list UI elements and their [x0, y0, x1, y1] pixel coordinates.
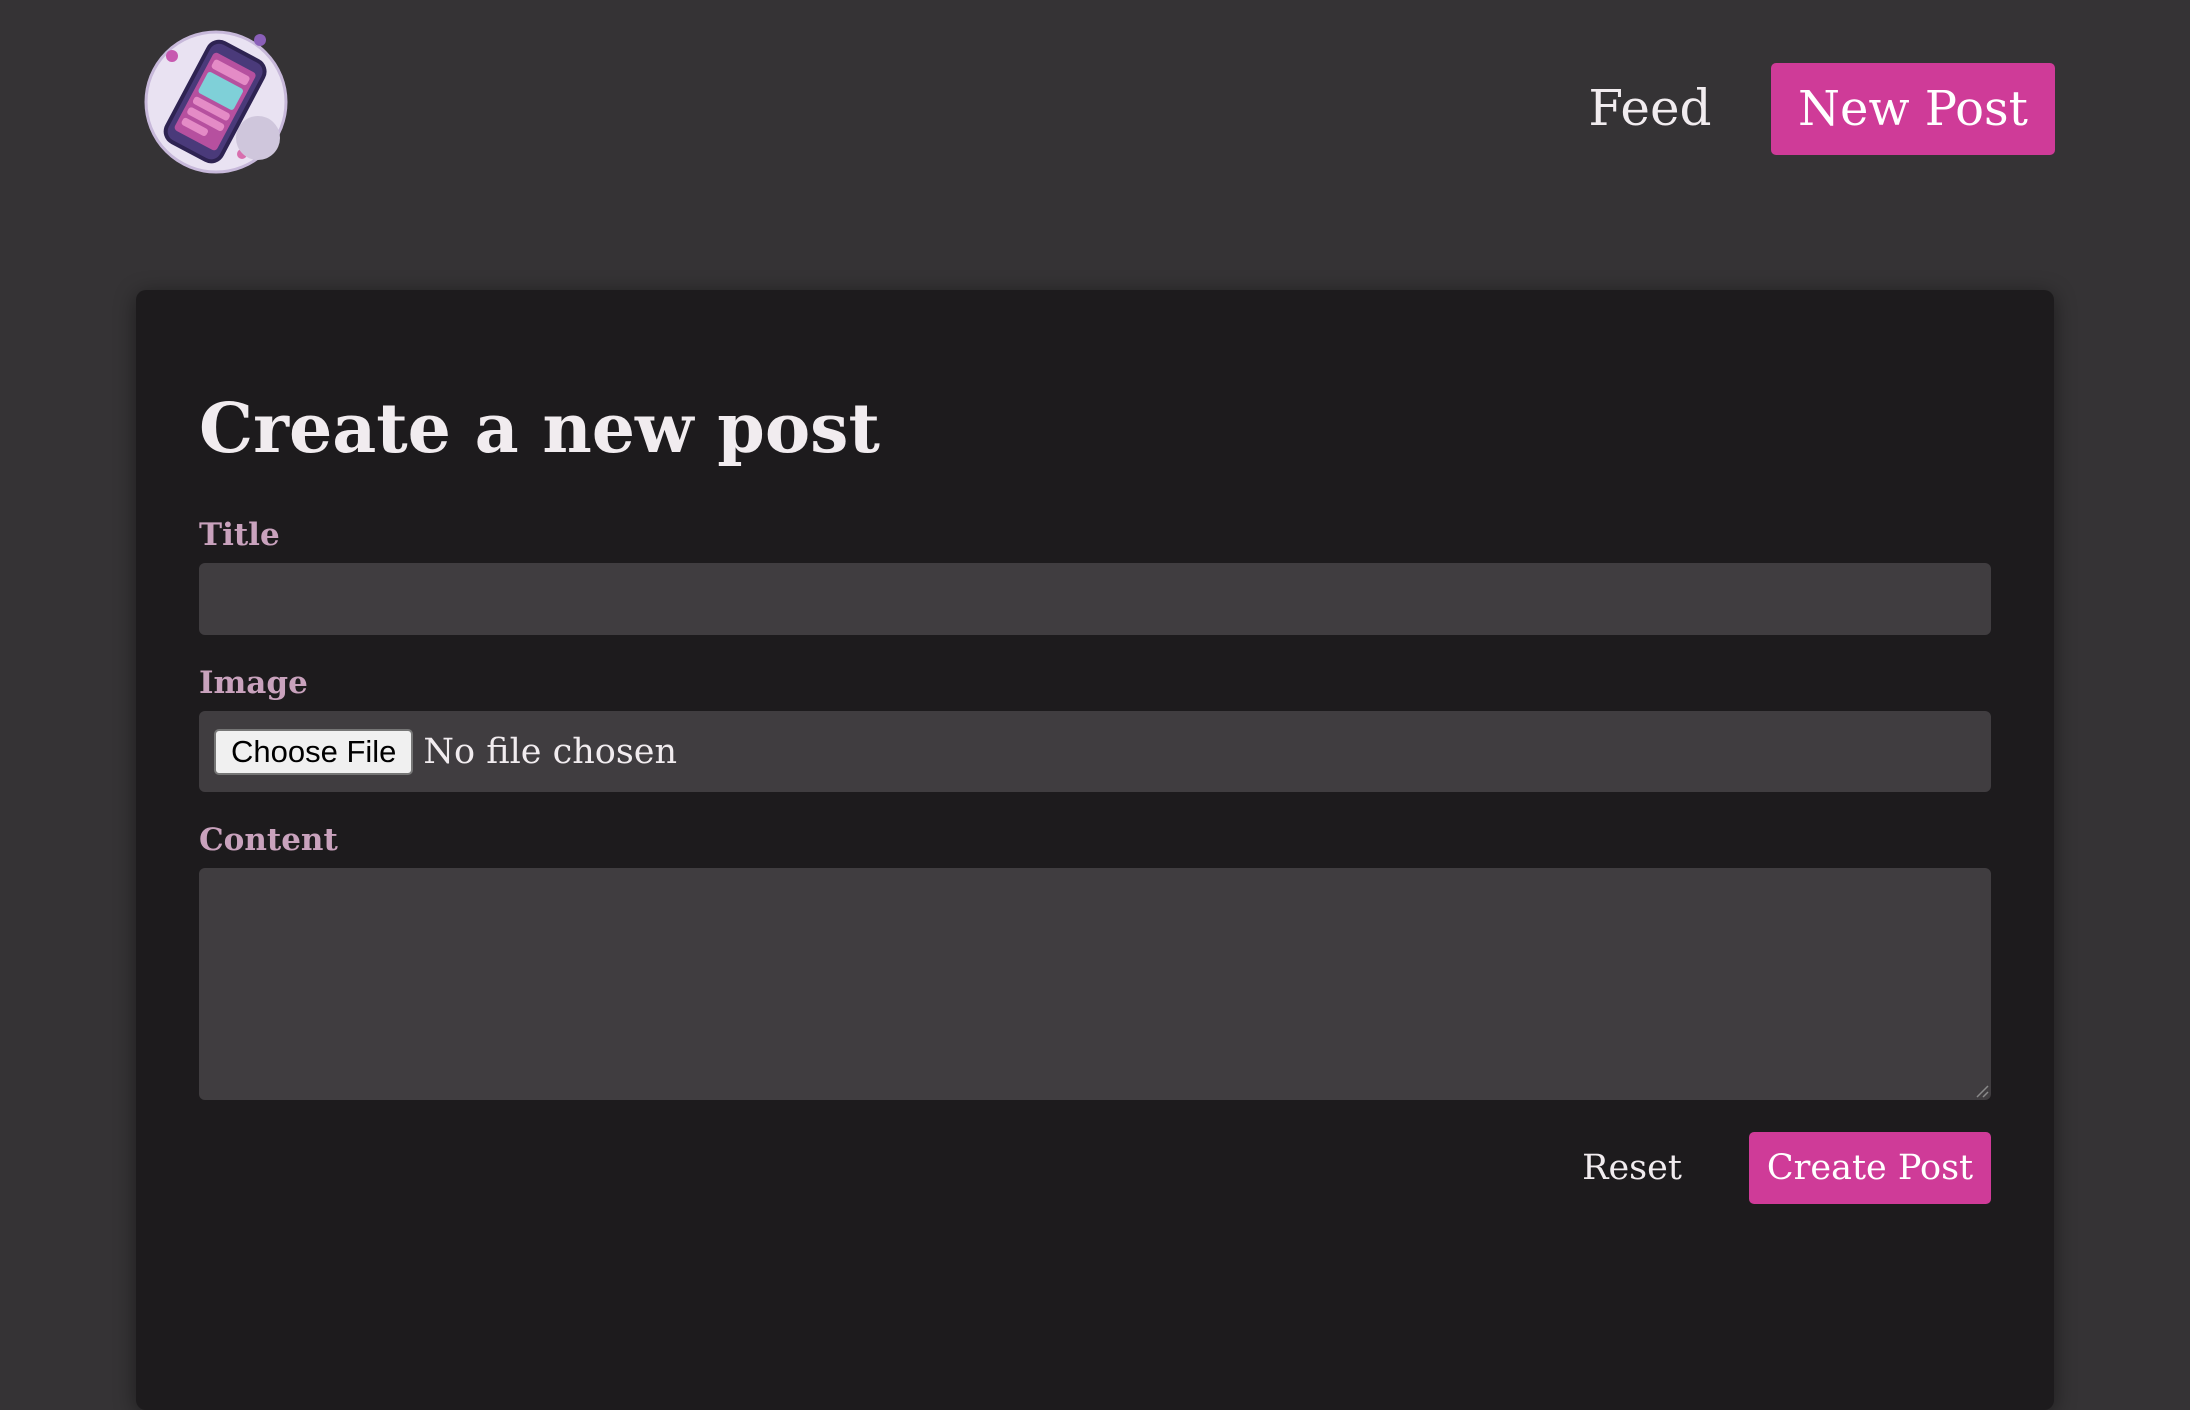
new-post-form-card: Create a new post Title Image Choose Fil… — [136, 290, 2054, 1410]
image-file-input[interactable]: Choose File No file chosen — [199, 711, 1991, 792]
file-status-text: No file chosen — [423, 731, 678, 772]
reset-button[interactable]: Reset — [1563, 1132, 1701, 1204]
content-label: Content — [199, 822, 338, 858]
image-label: Image — [199, 665, 308, 701]
title-label: Title — [199, 517, 280, 553]
choose-file-button[interactable]: Choose File — [214, 728, 414, 775]
content-textarea[interactable] — [199, 868, 1991, 1100]
page-title: Create a new post — [199, 389, 880, 469]
nav-feed-link[interactable]: Feed — [1560, 62, 1740, 154]
resize-grip-icon[interactable] — [1975, 1084, 1989, 1098]
phone-social-logo-icon[interactable] — [140, 26, 292, 178]
create-post-button[interactable]: Create Post — [1749, 1132, 1991, 1204]
title-input[interactable] — [199, 563, 1991, 635]
nav-new-post-button[interactable]: New Post — [1771, 63, 2055, 155]
site-header: Feed New Post — [0, 0, 2190, 215]
